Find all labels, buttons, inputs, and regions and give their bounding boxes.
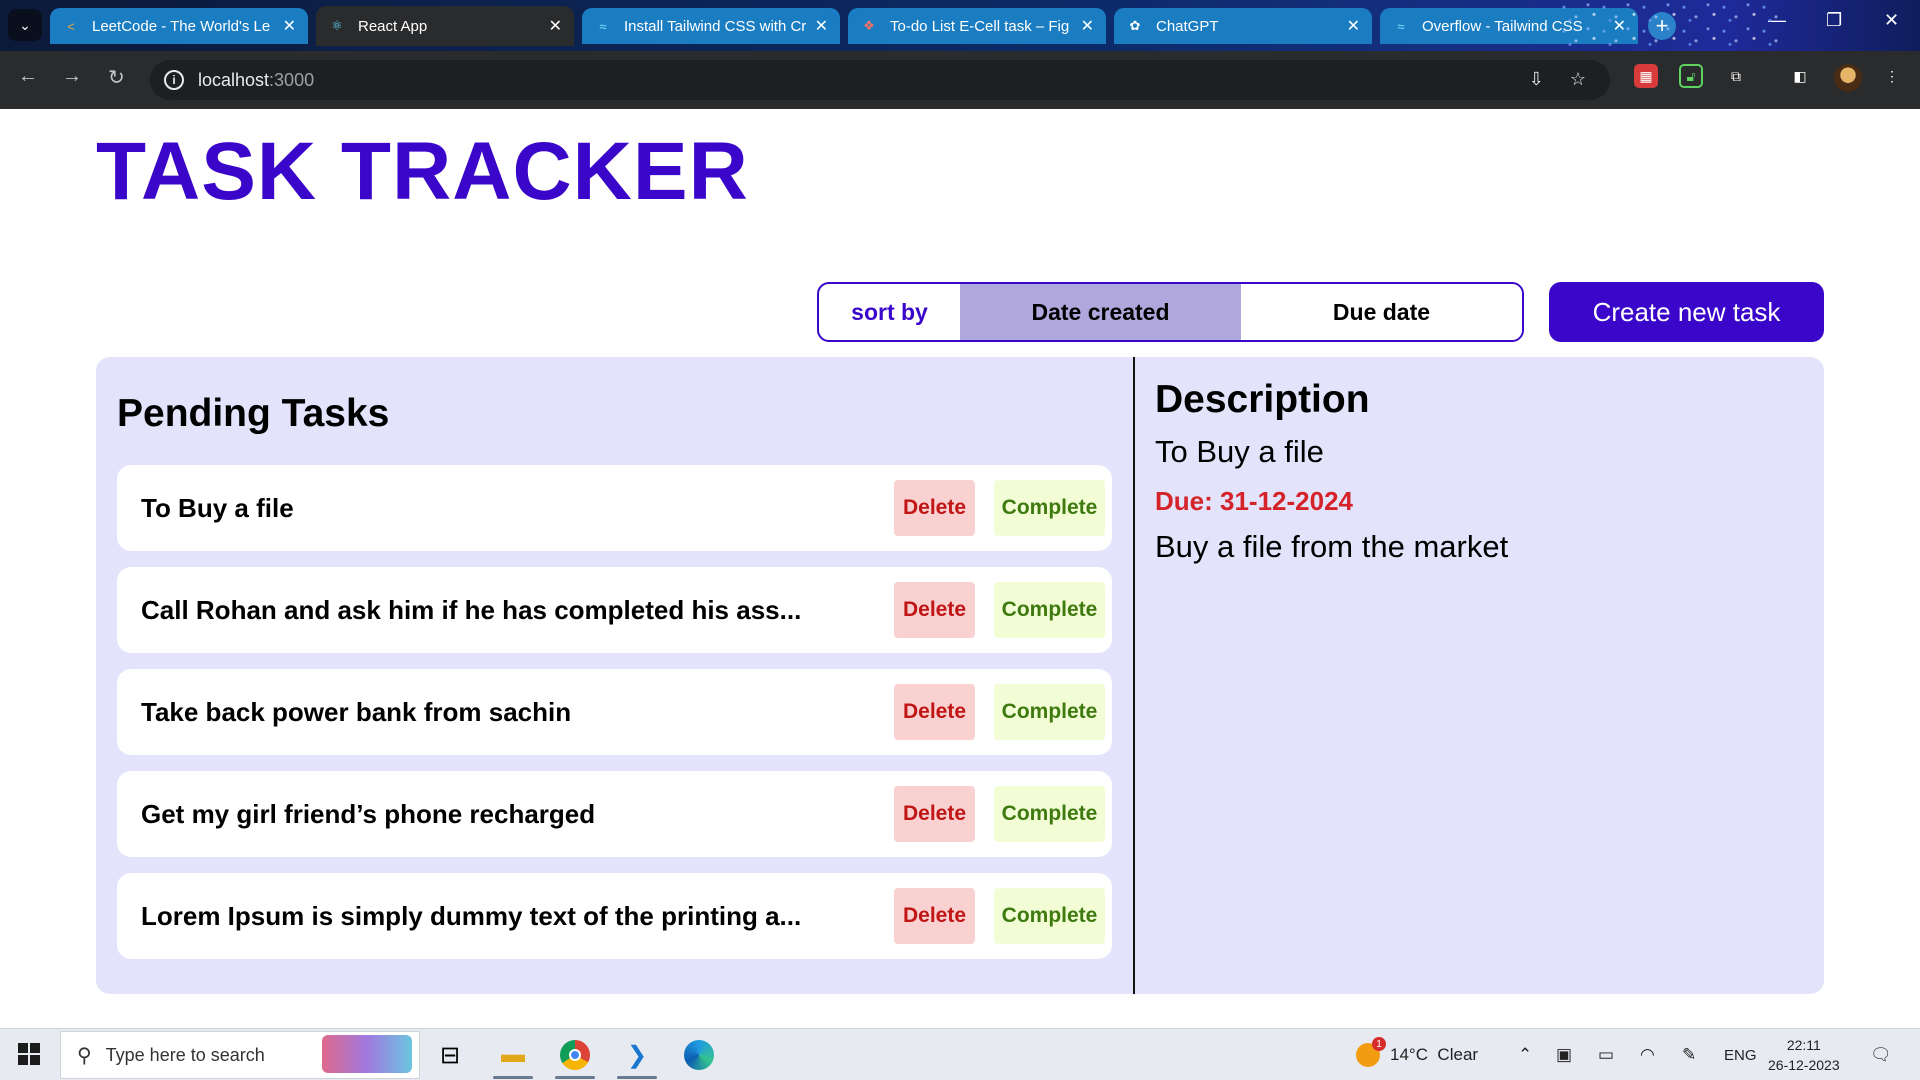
tab-tailwind-overflow[interactable]: ≈ Overflow - Tailwind CSS ✕ xyxy=(1380,8,1638,44)
delete-button[interactable]: Delete xyxy=(894,786,975,842)
description-task-title: To Buy a file xyxy=(1155,434,1324,469)
address-bar[interactable]: i localhost:3000 ⇩ ☆ xyxy=(150,60,1610,100)
task-row[interactable]: Call Rohan and ask him if he has complet… xyxy=(117,567,1112,653)
edge-icon[interactable] xyxy=(675,1035,723,1075)
react-icon: ⚛ xyxy=(331,18,343,33)
search-highlight-art xyxy=(322,1035,412,1073)
taskbar-search-placeholder: Type here to search xyxy=(105,1044,265,1065)
weather-badge: 1 xyxy=(1372,1037,1386,1051)
close-tab-icon[interactable]: ✕ xyxy=(1613,16,1626,36)
minimize-icon[interactable]: — xyxy=(1768,10,1786,31)
chevron-down-icon: ⌄ xyxy=(19,16,31,33)
sort-due-date-button[interactable]: Due date xyxy=(1241,284,1522,340)
clock-date: 26-12-2023 xyxy=(1768,1057,1840,1073)
taskbar-clock[interactable]: 22:11 26-12-2023 xyxy=(1768,1035,1840,1075)
new-tab-button[interactable]: + xyxy=(1648,12,1676,40)
task-row[interactable]: Lorem Ipsum is simply dummy text of the … xyxy=(117,873,1112,959)
complete-button[interactable]: Complete xyxy=(994,480,1105,536)
battery-icon[interactable]: ▭ xyxy=(1598,1029,1614,1080)
page-title: TASK TRACKER xyxy=(96,126,749,217)
task-title: To Buy a file xyxy=(141,492,294,523)
task-title: Call Rohan and ask him if he has complet… xyxy=(141,594,802,625)
tab-react-app[interactable]: ⚛ React App ✕ xyxy=(316,6,574,46)
side-panel-icon[interactable]: ◧ xyxy=(1788,64,1812,88)
url-host: localhost xyxy=(198,69,270,90)
install-app-icon[interactable]: ⇩ xyxy=(1529,69,1544,90)
close-tab-icon[interactable]: ✕ xyxy=(283,16,296,36)
task-title: Get my girl friend’s phone recharged xyxy=(141,798,596,829)
task-title: Take back power bank from sachin xyxy=(141,696,572,727)
clock-time: 22:11 xyxy=(1786,1037,1821,1053)
delete-button[interactable]: Delete xyxy=(894,480,975,536)
task-row[interactable]: Take back power bank from sachin Delete … xyxy=(117,669,1112,755)
extension-red-icon[interactable]: ▦ xyxy=(1634,64,1658,88)
complete-button[interactable]: Complete xyxy=(994,684,1105,740)
plus-icon: + xyxy=(1655,13,1669,38)
show-hidden-icons-icon[interactable]: ⌃ xyxy=(1518,1029,1532,1080)
delete-button[interactable]: Delete xyxy=(894,684,975,740)
task-row[interactable]: Get my girl friend’s phone recharged Del… xyxy=(117,771,1112,857)
browser-toolbar: ← → ↻ i localhost:3000 ⇩ ☆ xyxy=(0,51,1920,109)
chrome-icon[interactable] xyxy=(551,1035,599,1079)
avatar[interactable] xyxy=(1834,64,1862,92)
reload-icon[interactable]: ↻ xyxy=(108,65,125,90)
language-indicator[interactable]: ENG xyxy=(1724,1029,1757,1080)
restore-icon[interactable]: ❐ xyxy=(1826,10,1842,31)
sort-label: sort by xyxy=(851,298,928,325)
os-taskbar: ⚲ Type here to search ⊟ ▬ ❯ 1 14°C Clear… xyxy=(0,1028,1920,1080)
extensions-puzzle-icon[interactable]: ⧉ xyxy=(1724,64,1748,88)
close-tab-icon[interactable]: ✕ xyxy=(1081,16,1094,36)
wifi-icon[interactable]: ◠ xyxy=(1640,1029,1655,1080)
weather-icon: 1 xyxy=(1356,1037,1386,1067)
description-heading: Description xyxy=(1155,378,1370,421)
task-title: Lorem Ipsum is simply dummy text of the … xyxy=(141,900,802,931)
meet-now-icon[interactable]: ▣ xyxy=(1556,1029,1572,1080)
delete-button[interactable]: Delete xyxy=(894,888,975,944)
tailwind-icon: ≈ xyxy=(1397,18,1405,34)
leetcode-icon: < xyxy=(67,18,75,34)
pending-tasks-title: Pending Tasks xyxy=(117,392,390,435)
panel-divider xyxy=(1133,357,1135,994)
browser-tab-bar: ⌄ < LeetCode - The World's Le ✕ ⚛ React … xyxy=(0,0,1920,51)
sort-control: sort by Date created Due date xyxy=(817,282,1524,342)
extension-lock-icon[interactable]: 🔓︎ xyxy=(1679,64,1703,88)
info-icon[interactable]: i xyxy=(164,70,184,90)
notifications-icon[interactable]: 🗨︎ xyxy=(1870,1029,1892,1080)
vscode-icon[interactable]: ❯ xyxy=(613,1035,661,1079)
weather-text: 14°C Clear xyxy=(1390,1045,1479,1064)
forward-icon[interactable]: → xyxy=(62,65,82,88)
sort-date-created-button[interactable]: Date created xyxy=(960,284,1241,340)
tab-leetcode[interactable]: < LeetCode - The World's Le ✕ xyxy=(50,8,308,44)
tailwind-icon: ≈ xyxy=(599,18,607,34)
close-window-icon[interactable]: ✕ xyxy=(1884,10,1899,31)
description-due-date: Due: 31-12-2024 xyxy=(1155,486,1353,516)
weather-widget[interactable]: 1 14°C Clear xyxy=(1356,1029,1478,1080)
pen-icon[interactable]: ✎ xyxy=(1682,1029,1696,1080)
back-icon[interactable]: ← xyxy=(18,65,38,88)
complete-button[interactable]: Complete xyxy=(994,786,1105,842)
figma-icon: ❖ xyxy=(863,18,875,33)
tab-chatgpt[interactable]: ✿ ChatGPT ✕ xyxy=(1114,8,1372,44)
kebab-menu-icon[interactable]: ⋮ xyxy=(1880,64,1904,88)
url-port: :3000 xyxy=(269,69,315,90)
tab-tailwind-install[interactable]: ≈ Install Tailwind CSS with Cr ✕ xyxy=(582,8,840,44)
complete-button[interactable]: Complete xyxy=(994,582,1105,638)
close-tab-icon[interactable]: ✕ xyxy=(815,16,828,36)
search-icon: ⚲ xyxy=(77,1044,92,1067)
tab-search-button[interactable]: ⌄ xyxy=(8,9,42,41)
close-tab-icon[interactable]: ✕ xyxy=(1347,16,1360,36)
bookmark-star-icon[interactable]: ☆ xyxy=(1570,69,1586,90)
task-row[interactable]: To Buy a file Delete Complete xyxy=(117,465,1112,551)
description-body: Buy a file from the market xyxy=(1155,529,1509,564)
chatgpt-icon: ✿ xyxy=(1129,18,1141,33)
windows-start-icon[interactable] xyxy=(18,1043,40,1065)
create-new-task-button[interactable]: Create new task xyxy=(1549,282,1824,342)
complete-button[interactable]: Complete xyxy=(994,888,1105,944)
close-tab-icon[interactable]: ✕ xyxy=(549,16,562,36)
file-explorer-icon[interactable]: ▬ xyxy=(489,1035,537,1079)
task-view-icon[interactable]: ⊟ xyxy=(426,1035,474,1075)
delete-button[interactable]: Delete xyxy=(894,582,975,638)
tab-figma[interactable]: ❖ To-do List E-Cell task – Fig ✕ xyxy=(848,8,1106,44)
